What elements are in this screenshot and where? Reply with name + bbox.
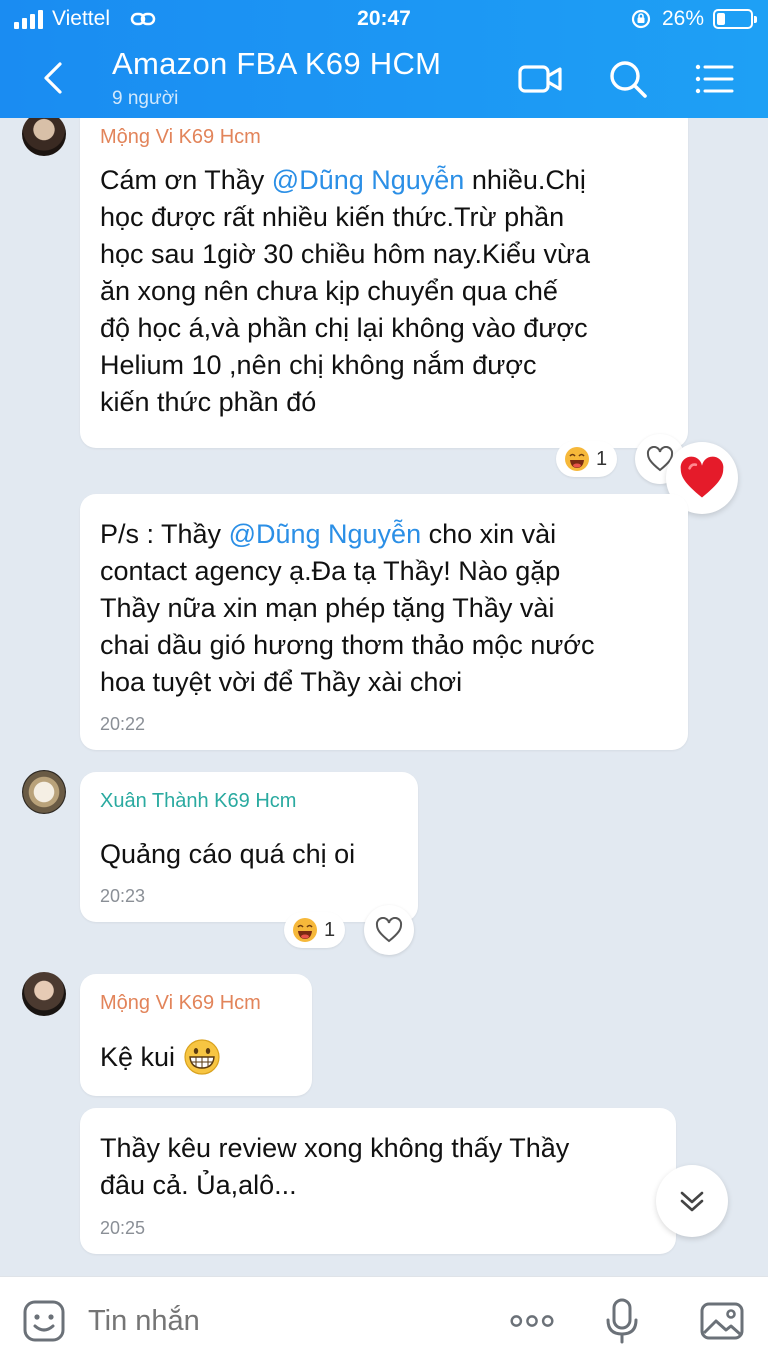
message-line: hoa tuyệt vời để Thầy xài chơi [100, 667, 463, 697]
back-arrow-icon[interactable] [34, 58, 74, 98]
message-time: 20:25 [100, 1218, 146, 1238]
menu-icon[interactable] [690, 55, 738, 103]
member-count[interactable]: 9 người [112, 88, 178, 110]
battery-icon [713, 9, 757, 29]
rotation-lock-icon [631, 9, 651, 29]
message-line: kiến thức phần đó [100, 387, 317, 417]
message-line: học được rất nhiều kiến thức.Trừ phần [100, 202, 565, 232]
mention-link[interactable]: @Dũng Nguyễn [272, 165, 465, 195]
message-line: chai dầu gió hương thơm thảo mộc nước [100, 630, 595, 660]
video-call-icon[interactable] [516, 55, 564, 103]
reaction-count: 1 [324, 918, 336, 941]
double-chevron-down-icon [680, 1191, 704, 1212]
message-text: Quảng cáo quá chị oi [100, 839, 356, 869]
heart-icon [680, 456, 724, 498]
laughing-emoji-icon [565, 447, 589, 471]
sender-name[interactable]: Mộng Vi K69 Hcm [100, 992, 261, 1015]
message-input[interactable] [88, 1305, 468, 1338]
sender-name[interactable]: Mộng Vi K69 Hcm [100, 126, 261, 149]
laughing-emoji-icon [293, 918, 317, 942]
heart-outline-icon [375, 917, 403, 943]
status-time: 20:47 [357, 7, 411, 30]
avatar[interactable] [22, 118, 66, 156]
reaction-badge[interactable]: 1 [556, 441, 618, 477]
message-text: Cám ơn Thầy @Dũng Nguyễn nhiều.Chị học đ… [100, 162, 680, 421]
microphone-icon[interactable] [598, 1297, 646, 1345]
avatar[interactable] [22, 770, 66, 814]
message-line: Thầy nữa xin mạn phép tặng Thầy vài [100, 593, 555, 623]
more-options-icon[interactable] [508, 1297, 556, 1345]
image-gallery-icon[interactable] [698, 1297, 746, 1345]
message-bubble[interactable]: Xuân Thành K69 Hcm Quảng cáo quá chị oi … [80, 772, 418, 922]
message-text: Thầy kêu review xong không thấy Thầy đâu… [100, 1130, 670, 1204]
message-line: Thầy kêu review xong không thấy Thầy [100, 1133, 570, 1163]
message-bubble[interactable]: P/s : Thầy @Dũng Nguyễn cho xin vài cont… [80, 494, 688, 750]
message-line: học sau 1giờ 30 chiều hôm nay.Kiểu vừa [100, 239, 591, 269]
message-line: Cám ơn Thầy @Dũng Nguyễn nhiều.Chị [100, 165, 586, 195]
message-line: contact agency ạ.Đa tạ Thầy! Nào gặp [100, 556, 561, 586]
battery-percent: 26% [662, 7, 705, 30]
message-time: 20:22 [100, 714, 146, 734]
like-button[interactable] [364, 905, 414, 955]
message-line: đâu cả. Ủa,alô... [100, 1170, 297, 1200]
message-bubble[interactable]: Mộng Vi K69 Hcm Cám ơn Thầy @Dũng Nguyễn… [80, 118, 688, 448]
grinning-emoji-icon [184, 1039, 220, 1075]
message-time: 20:23 [100, 886, 146, 906]
message-bubble[interactable]: Mộng Vi K69 Hcm Kệ kui [80, 974, 312, 1096]
reaction-count: 1 [596, 447, 608, 470]
reaction-badge[interactable]: 1 [284, 912, 346, 948]
message-bubble[interactable]: Thầy kêu review xong không thấy Thầy đâu… [80, 1108, 676, 1254]
sticker-icon[interactable] [20, 1297, 68, 1345]
message-text: Kệ kui [100, 1038, 221, 1076]
mention-link[interactable]: @Dũng Nguyễn [229, 519, 422, 549]
scroll-to-bottom-button[interactable] [656, 1165, 728, 1237]
message-line: Helium 10 ,nên chị không nắm được [100, 350, 537, 380]
status-bar: Viettel 20:47 26% [0, 0, 768, 38]
app-header: Viettel 20:47 26% Amazon FBA K69 HCM 9 n… [0, 0, 768, 118]
avatar[interactable] [22, 972, 66, 1016]
message-line: độ học á,và phần chị lại không vào được [100, 313, 588, 343]
message-line: P/s : Thầy @Dũng Nguyễn cho xin vài [100, 519, 557, 549]
search-icon[interactable] [604, 55, 652, 103]
chat-title[interactable]: Amazon FBA K69 HCM [112, 46, 441, 82]
sender-name[interactable]: Xuân Thành K69 Hcm [100, 790, 296, 813]
message-line: ăn xong nên chưa kịp chuyển qua chế [100, 276, 558, 306]
message-text: P/s : Thầy @Dũng Nguyễn cho xin vài cont… [100, 516, 680, 701]
message-composer [0, 1276, 768, 1365]
chat-area[interactable]: Mộng Vi K69 Hcm Cám ơn Thầy @Dũng Nguyễn… [0, 118, 768, 1276]
